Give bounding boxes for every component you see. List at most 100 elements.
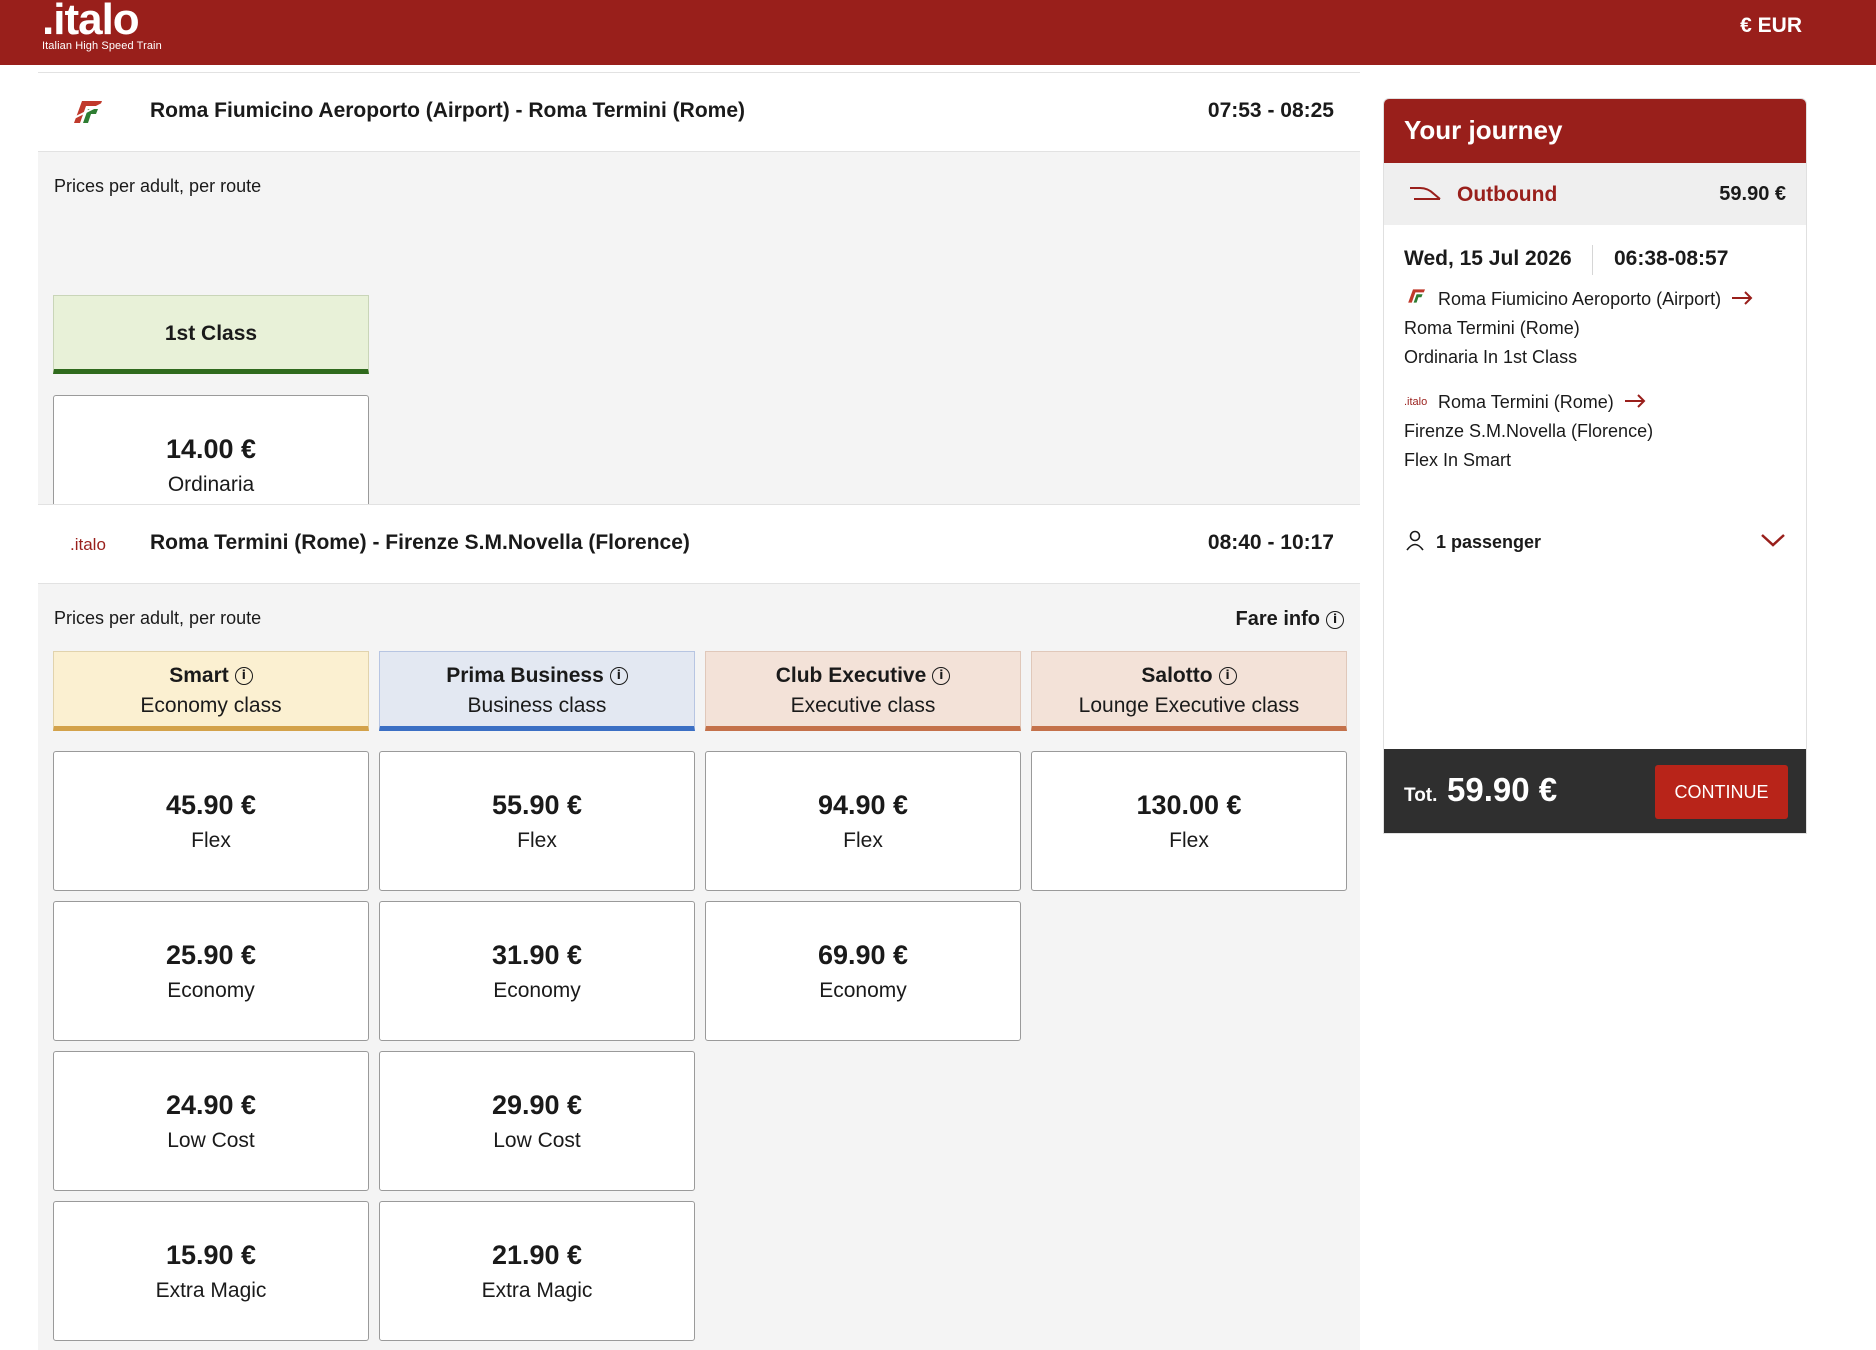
fare-label: Flex [843,829,883,852]
logo-tagline: Italian High Speed Train [42,40,162,52]
fare-info-link[interactable]: Fare info i [1236,608,1344,631]
fare-area-2: Prices per adult, per route Fare info i … [38,584,1360,1350]
fare-price: 31.90 € [491,940,583,970]
leg-fare: Flex In Smart [1404,450,1512,470]
divider [1592,245,1593,275]
fare-price: 29.90 € [491,1090,583,1120]
route-name: Roma Fiumicino Aeroporto (Airport) - Rom… [150,99,746,122]
fare-label: Low Cost [493,1129,581,1152]
logo-wordmark: .italo [42,0,140,44]
fare-label: Economy [167,979,255,1002]
fare-card[interactable]: 25.90 € Economy [53,901,369,1041]
class-header-prima-business[interactable]: Prima Business i Business class [379,651,695,731]
passenger-toggle[interactable]: 1 passenger [1404,527,1786,557]
fare-price: 21.90 € [491,1240,583,1270]
person-icon [1404,529,1426,556]
fare-label: Flex [1169,829,1209,852]
leg-to: Roma Termini (Rome) [1404,318,1580,338]
fare-card[interactable]: 31.90 € Economy [379,901,695,1041]
fare-label: Economy [819,979,907,1002]
info-icon: i [1326,610,1344,629]
journey-date: Wed, 15 Jul 2026 [1404,247,1572,270]
journey-summary-panel: Your journey Outbound 59.90 € Wed, 15 Ju… [1383,98,1807,834]
route-header-1: Roma Fiumicino Aeroporto (Airport) - Rom… [38,72,1360,152]
class-subtitle: Lounge Executive class [1078,694,1300,717]
italo-small-logo: .italo [1404,396,1428,408]
class-header-salotto[interactable]: Salotto i Lounge Executive class [1031,651,1347,731]
class-subtitle: Economy class [140,694,282,717]
journey-details: Wed, 15 Jul 2026 06:38-08:57 Roma Fiumic… [1384,225,1806,751]
trenitalia-icon [1404,285,1428,314]
main-content: Roma Fiumicino Aeroporto (Airport) - Rom… [38,72,1360,1350]
fare-card[interactable]: 55.90 € Flex [379,751,695,891]
fare-card[interactable]: 69.90 € Economy [705,901,1021,1041]
italo-logo[interactable]: .italo Italian High Speed Train [42,0,162,52]
fare-price: 45.90 € [165,790,257,820]
route-name: Roma Termini (Rome) - Firenze S.M.Novell… [150,531,690,554]
total-footer: Tot. 59.90 € CONTINUE [1384,749,1806,833]
fare-info-label: Fare info [1235,608,1320,630]
route-time: 07:53 - 08:25 [1207,99,1334,122]
fare-label: Flex [191,829,231,852]
route-header-2: .italo Roma Termini (Rome) - Firenze S.M… [38,504,1360,584]
class-name: 1st Class [164,322,258,345]
class-name: Smart [169,664,229,687]
class-header-club-executive[interactable]: Club Executive i Executive class [705,651,1021,731]
arrow-right-icon [1731,285,1753,314]
info-icon[interactable]: i [234,667,253,685]
class-name: Prima Business [446,664,604,687]
fare-card[interactable]: 94.90 € Flex [705,751,1021,891]
leg-from: Roma Fiumicino Aeroporto (Airport) [1438,289,1722,309]
outbound-label: Outbound [1457,183,1558,206]
journey-leg-2: .italo Roma Termini (Rome) Firenze S.M.N… [1404,388,1653,475]
fare-label: Ordinaria [167,473,255,496]
outbound-price: 59.90 € [1719,183,1786,205]
prices-note: Prices per adult, per route [54,608,262,628]
arrow-right-icon [1624,388,1646,417]
trenitalia-icon [68,97,106,132]
class-header-smart[interactable]: Smart i Economy class [53,651,369,731]
italo-small-logo: .italo [70,535,106,554]
journey-leg-1: Roma Fiumicino Aeroporto (Airport) Roma … [1404,285,1753,372]
leg-to: Firenze S.M.Novella (Florence) [1404,421,1654,441]
passenger-count: 1 passenger [1436,531,1542,552]
chevron-down-icon[interactable] [1760,532,1786,553]
class-name: Club Executive [775,664,927,687]
info-icon[interactable]: i [1218,667,1237,685]
route-time: 08:40 - 10:17 [1207,531,1334,554]
fare-price: 94.90 € [817,790,909,820]
fare-label: Flex [517,829,557,852]
continue-button[interactable]: CONTINUE [1655,765,1788,819]
fare-card[interactable]: 24.90 € Low Cost [53,1051,369,1191]
fare-card[interactable]: 15.90 € Extra Magic [53,1201,369,1341]
fare-price: 14.00 € [165,434,257,464]
class-subtitle: Executive class [790,694,936,717]
top-bar: .italo Italian High Speed Train € EUR [0,0,1876,65]
fare-label: Extra Magic [481,1279,593,1302]
fare-price: 25.90 € [165,940,257,970]
fare-label: Low Cost [167,1129,255,1152]
leg-from: Roma Termini (Rome) [1438,392,1614,412]
total-label: Tot. [1404,785,1438,806]
currency-selector[interactable]: € EUR [1740,14,1802,38]
outbound-row[interactable]: Outbound 59.90 € [1384,163,1806,225]
fare-price: 69.90 € [817,940,909,970]
class-subtitle: Business class [467,694,607,717]
fare-card[interactable]: 21.90 € Extra Magic [379,1201,695,1341]
leg-fare: Ordinaria In 1st Class [1404,347,1578,367]
info-icon[interactable]: i [932,667,951,685]
fare-card[interactable]: 130.00 € Flex [1031,751,1347,891]
fare-card[interactable]: 29.90 € Low Cost [379,1051,695,1191]
fare-price: 15.90 € [165,1240,257,1270]
journey-time: 06:38-08:57 [1614,247,1729,270]
info-icon[interactable]: i [609,667,628,685]
class-header-1st-class[interactable]: 1st Class [53,295,369,374]
fare-price: 24.90 € [165,1090,257,1120]
total-value: 59.90 € [1447,771,1558,808]
fare-card[interactable]: 45.90 € Flex [53,751,369,891]
train-icon [1408,185,1442,208]
fare-price: 55.90 € [491,790,583,820]
journey-title: Your journey [1384,99,1806,163]
fare-label: Economy [493,979,581,1002]
fare-price: 130.00 € [1136,790,1242,820]
